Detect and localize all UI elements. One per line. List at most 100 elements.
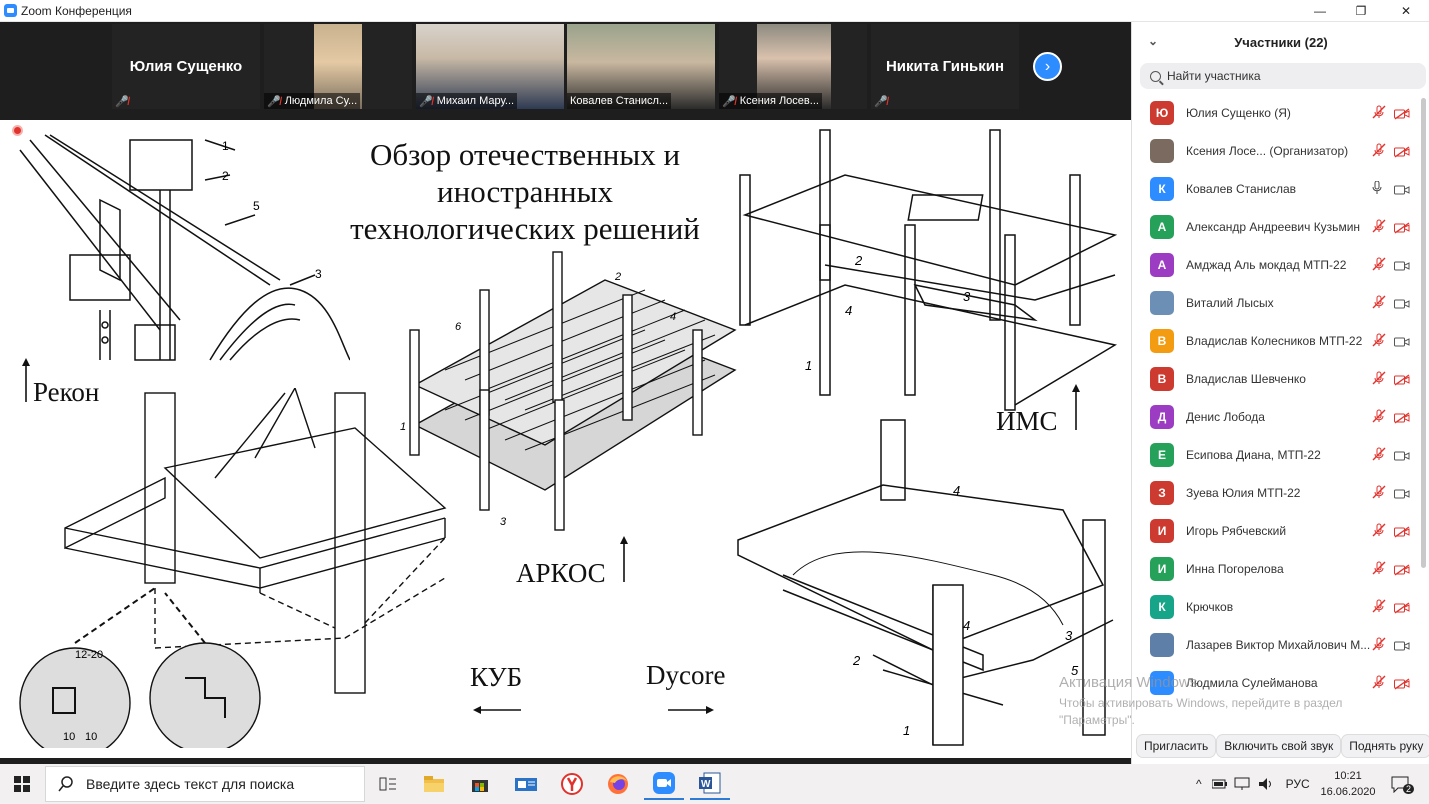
mic-off-icon: 🎤̸ [267, 95, 281, 108]
camera-off-icon[interactable] [1394, 525, 1410, 538]
mic-off-icon[interactable] [1372, 105, 1386, 122]
participant-row[interactable]: Ксения Лосе... (Организатор) [1132, 132, 1420, 170]
participant-row[interactable]: Виталий Лысых [1132, 284, 1420, 322]
taskbar-search-input[interactable]: Введите здесь текст для поиска [45, 766, 365, 802]
mic-off-icon[interactable] [1372, 257, 1386, 274]
participant-row[interactable]: И Инна Погорелова [1132, 550, 1420, 588]
participant-row[interactable]: К Ковалев Станислав [1132, 170, 1420, 208]
raise-hand-button[interactable]: Поднять руку [1341, 734, 1429, 758]
camera-off-icon[interactable] [1394, 221, 1410, 234]
label-kub: КУБ [470, 662, 523, 692]
participant-row[interactable]: А Амджад Аль мокдад МТП-22 [1132, 246, 1420, 284]
camera-icon[interactable] [1394, 487, 1410, 499]
chevron-down-icon[interactable]: ⌄ [1148, 34, 1158, 48]
video-tile-active-speaker[interactable]: Ковалев Станисл... [567, 24, 715, 109]
invite-button[interactable]: Пригласить [1136, 734, 1217, 758]
camera-off-icon[interactable] [1394, 107, 1410, 120]
mic-off-icon[interactable] [1372, 371, 1386, 388]
volume-icon[interactable] [1258, 777, 1276, 791]
mic-off-icon: 🎤̸ [874, 95, 888, 108]
participant-name: Инна Погорелова [1186, 562, 1284, 576]
svg-text:3: 3 [963, 289, 971, 304]
battery-icon[interactable] [1211, 778, 1228, 790]
rekon-drawing: 1 2 5 3 [19, 134, 350, 361]
start-button[interactable] [0, 764, 44, 804]
svg-text:12-20: 12-20 [75, 649, 103, 661]
participants-panel: ⌄ Участники (22) Найти участника Ю Юлия С… [1059, 22, 1429, 764]
camera-icon[interactable] [1394, 183, 1410, 195]
avatar: А [1150, 253, 1174, 277]
participant-list-scrollbar[interactable] [1421, 98, 1426, 568]
participant-row[interactable]: В Владислав Колесников МТП-22 [1132, 322, 1420, 360]
store-icon[interactable] [460, 768, 500, 800]
shared-screen: Обзор отечественных и иностранных технол… [0, 120, 1131, 758]
mic-off-icon[interactable] [1372, 523, 1386, 540]
system-tray: ^ РУС [1196, 764, 1310, 804]
firefox-icon[interactable] [598, 768, 638, 800]
dycore-arrow [668, 706, 714, 714]
avatar: И [1150, 519, 1174, 543]
participant-row[interactable]: З Зуева Юлия МТП-22 [1132, 474, 1420, 512]
camera-off-icon[interactable] [1394, 411, 1410, 424]
camera-off-icon[interactable] [1394, 677, 1410, 690]
participant-list: Ю Юлия Сущенко (Я) Ксения Лосе... (Организ… [1132, 94, 1420, 714]
participant-row[interactable]: В Владислав Шевченко [1132, 360, 1420, 398]
mic-off-icon[interactable] [1372, 219, 1386, 236]
camera-off-icon[interactable] [1394, 373, 1410, 386]
mic-off-icon[interactable] [1372, 447, 1386, 464]
video-tile[interactable]: 🎤̸ Людмила Су... [264, 24, 412, 109]
close-button[interactable]: ✕ [1383, 0, 1429, 22]
mic-on-icon[interactable] [1372, 180, 1382, 198]
video-tile[interactable]: Юлия Сущенко 🎤̸ [112, 24, 260, 109]
video-tile[interactable]: 🎤̸ Михаил Мару... [416, 24, 564, 109]
yandex-browser-icon[interactable] [552, 768, 592, 800]
input-language[interactable]: РУС [1286, 777, 1310, 791]
video-tile[interactable]: 🎤̸ Ксения Лосев... [719, 24, 867, 109]
participant-row[interactable]: Д Денис Лобода [1132, 398, 1420, 436]
mic-off-icon[interactable] [1372, 599, 1386, 616]
participant-name: Лазарев Виктор Михайлович М... [1186, 638, 1371, 652]
camera-off-icon[interactable] [1394, 563, 1410, 576]
next-page-button[interactable]: › [1033, 52, 1062, 81]
mic-off-icon[interactable] [1372, 295, 1386, 312]
word-app-icon[interactable]: W [690, 768, 730, 800]
mail-app-icon[interactable] [506, 768, 546, 800]
svg-text:W: W [701, 779, 711, 790]
mic-off-icon[interactable] [1372, 143, 1386, 160]
file-explorer-icon[interactable] [414, 768, 454, 800]
mic-off-icon[interactable] [1372, 561, 1386, 578]
mic-off-icon[interactable] [1372, 637, 1386, 654]
participant-row[interactable]: А Александр Андреевич Кузьмин [1132, 208, 1420, 246]
zoom-app-icon[interactable] [644, 768, 684, 800]
participant-name: Владислав Колесников МТП-22 [1186, 334, 1363, 348]
camera-icon[interactable] [1394, 297, 1410, 309]
network-icon[interactable] [1234, 777, 1252, 791]
camera-off-icon[interactable] [1394, 145, 1410, 158]
camera-off-icon[interactable] [1394, 601, 1410, 614]
maximize-button[interactable]: ❐ [1338, 0, 1384, 22]
participant-row[interactable]: Е Есипова Диана, МТП-22 [1132, 436, 1420, 474]
mic-off-icon[interactable] [1372, 409, 1386, 426]
camera-icon[interactable] [1394, 259, 1410, 271]
participant-row[interactable]: Ю Юлия Сущенко (Я) [1132, 94, 1420, 132]
task-view-icon[interactable] [368, 768, 408, 800]
title-bar: Zoom Конференция — ❐ ✕ [0, 0, 1429, 22]
chevron-up-icon[interactable]: ^ [1196, 777, 1202, 791]
mic-off-icon[interactable] [1372, 675, 1386, 692]
participant-row[interactable]: И Игорь Рябчевский [1132, 512, 1420, 550]
participant-name: Владислав Шевченко [1186, 372, 1306, 386]
camera-icon[interactable] [1394, 335, 1410, 347]
camera-icon[interactable] [1394, 639, 1410, 651]
participant-name: Денис Лобода [1186, 410, 1265, 424]
clock[interactable]: 10:21 16.06.2020 [1313, 768, 1383, 800]
mic-off-icon[interactable] [1372, 333, 1386, 350]
minimize-button[interactable]: — [1297, 0, 1343, 22]
participant-search-input[interactable]: Найти участника [1140, 63, 1426, 89]
notification-center-button[interactable]: 2 [1390, 764, 1415, 804]
camera-icon[interactable] [1394, 449, 1410, 461]
video-tile[interactable]: Никита Гинькин 🎤̸ [871, 24, 1019, 109]
mic-off-icon[interactable] [1372, 485, 1386, 502]
participant-row[interactable]: Лазарев Виктор Михайлович М... [1132, 626, 1420, 664]
unmute-button[interactable]: Включить свой звук [1216, 734, 1342, 758]
participant-row[interactable]: К Крючков [1132, 588, 1420, 626]
